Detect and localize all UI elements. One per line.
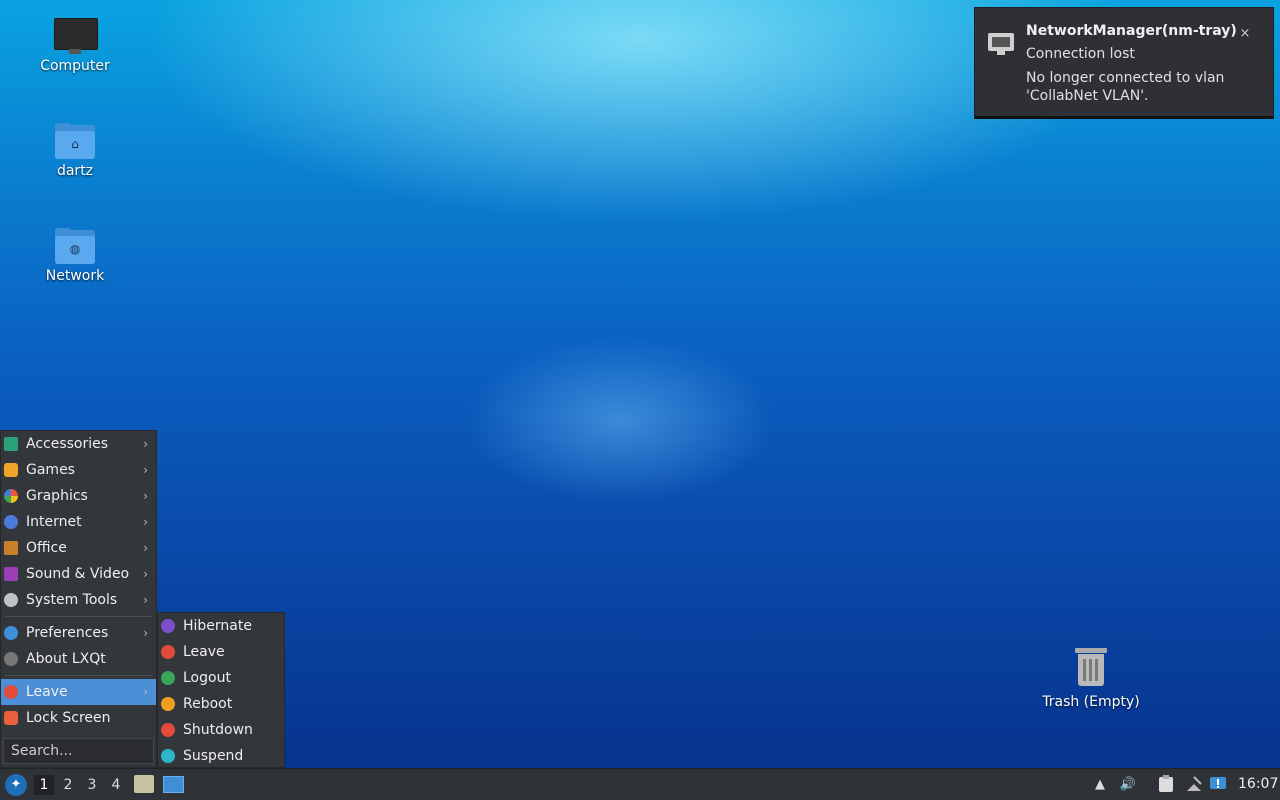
submenu-item-label: Hibernate <box>183 618 252 634</box>
start-menu-button[interactable]: ✦ <box>5 774 27 796</box>
submenu-item-label: Shutdown <box>183 722 253 738</box>
notification-popup[interactable]: NetworkManager(nm-tray) Connection lost … <box>974 7 1274 119</box>
menu-item-lock-screen[interactable]: Lock Screen <box>1 705 156 731</box>
chevron-right-icon: › <box>143 541 148 555</box>
computer-icon <box>54 18 98 54</box>
power-icon <box>161 723 175 737</box>
file-manager-icon[interactable] <box>134 775 154 793</box>
desktop-icon-network[interactable]: ◍ Network <box>25 228 125 284</box>
hibernate-icon <box>161 619 175 633</box>
desktop-icon-computer[interactable]: Computer <box>25 18 125 74</box>
menu-item-internet[interactable]: Internet › <box>1 509 156 535</box>
taskbar: ✦ 1 2 3 4 ▲ 🔊 16:07 <box>0 768 1280 800</box>
submenu-item-label: Leave <box>183 644 225 660</box>
menu-separator <box>5 616 152 617</box>
power-icon <box>161 645 175 659</box>
menu-item-label: About LXQt <box>26 651 106 667</box>
show-desktop-icon[interactable] <box>163 776 184 793</box>
network-disconnected-icon[interactable] <box>1184 775 1204 795</box>
chevron-right-icon: › <box>143 515 148 529</box>
trash-icon <box>1075 646 1107 686</box>
workspace-2[interactable]: 2 <box>58 775 78 795</box>
ethernet-icon <box>988 33 1014 55</box>
notification-body: No longer connected to vlan 'CollabNet V… <box>1026 70 1225 104</box>
submenu-item-shutdown[interactable]: Shutdown <box>158 717 284 743</box>
sound-video-icon <box>4 567 18 581</box>
close-icon[interactable]: × <box>1235 24 1255 44</box>
info-icon <box>4 652 18 666</box>
graphics-icon <box>4 489 18 503</box>
menu-item-system-tools[interactable]: System Tools › <box>1 587 156 613</box>
menu-item-label: Internet <box>26 514 82 530</box>
lock-icon <box>4 711 18 725</box>
main-menu: Accessories › Games › Graphics › Interne… <box>0 430 157 768</box>
menu-search-input[interactable]: Search... <box>3 738 154 764</box>
trash-label: Trash (Empty) <box>1042 694 1140 710</box>
suspend-icon <box>161 749 175 763</box>
notification-subtitle: Connection lost <box>1026 46 1135 62</box>
submenu-item-suspend[interactable]: Suspend <box>158 743 284 769</box>
leave-submenu: Hibernate Leave Logout Reboot Shutdown S… <box>157 612 285 768</box>
volume-icon[interactable]: 🔊 <box>1118 775 1138 795</box>
submenu-item-reboot[interactable]: Reboot <box>158 691 284 717</box>
menu-item-label: Accessories <box>26 436 109 452</box>
menu-item-label: System Tools <box>26 592 118 608</box>
chevron-right-icon: › <box>143 567 148 581</box>
chevron-right-icon: › <box>143 489 148 503</box>
chevron-right-icon: › <box>143 593 148 607</box>
games-icon <box>4 463 18 477</box>
accessories-icon <box>4 437 18 451</box>
reboot-icon <box>161 697 175 711</box>
workspace-3[interactable]: 3 <box>82 775 102 795</box>
notification-title: NetworkManager(nm-tray) <box>1026 23 1237 39</box>
home-folder-icon: ⌂ <box>55 123 95 159</box>
menu-item-accessories[interactable]: Accessories › <box>1 431 156 457</box>
menu-item-label: Graphics <box>26 488 88 504</box>
workspace-4[interactable]: 4 <box>106 775 126 795</box>
menu-item-sound-video[interactable]: Sound & Video › <box>1 561 156 587</box>
menu-item-games[interactable]: Games › <box>1 457 156 483</box>
chevron-right-icon: › <box>143 437 148 451</box>
network-folder-icon: ◍ <box>55 228 95 264</box>
internet-icon <box>4 515 18 529</box>
desktop-icon-label: Network <box>45 268 105 284</box>
submenu-item-leave[interactable]: Leave <box>158 639 284 665</box>
menu-separator <box>5 675 152 676</box>
clock[interactable]: 16:07 <box>1238 776 1278 792</box>
chevron-right-icon: › <box>143 685 148 699</box>
chevron-right-icon: › <box>143 463 148 477</box>
submenu-item-logout[interactable]: Logout <box>158 665 284 691</box>
logout-icon <box>161 671 175 685</box>
menu-item-label: Sound & Video <box>26 566 130 582</box>
submenu-item-label: Suspend <box>183 748 244 764</box>
submenu-item-hibernate[interactable]: Hibernate <box>158 613 284 639</box>
menu-item-label: Preferences <box>26 625 109 641</box>
desktop-icon-label: Computer <box>40 58 110 74</box>
menu-item-office[interactable]: Office › <box>1 535 156 561</box>
workspace-1[interactable]: 1 <box>34 775 54 795</box>
power-icon <box>4 685 18 699</box>
menu-item-graphics[interactable]: Graphics › <box>1 483 156 509</box>
update-notifier-icon[interactable] <box>1208 775 1228 795</box>
office-icon <box>4 541 18 555</box>
menu-item-about-lxqt[interactable]: About LXQt <box>1 646 156 672</box>
desktop-icon-label: dartz <box>56 163 94 179</box>
chevron-right-icon: › <box>143 626 148 640</box>
tray-expand-icon[interactable]: ▲ <box>1090 775 1110 795</box>
menu-item-preferences[interactable]: Preferences › <box>1 620 156 646</box>
menu-item-label: Lock Screen <box>26 710 111 726</box>
menu-item-label: Leave <box>26 684 68 700</box>
menu-item-label: Games <box>26 462 75 478</box>
desktop-icon-trash[interactable]: Trash (Empty) <box>1038 646 1144 710</box>
submenu-item-label: Logout <box>183 670 231 686</box>
submenu-item-label: Reboot <box>183 696 233 712</box>
preferences-icon <box>4 626 18 640</box>
clipboard-icon[interactable] <box>1156 775 1176 795</box>
menu-item-leave[interactable]: Leave › <box>1 679 156 705</box>
menu-item-label: Office <box>26 540 67 556</box>
desktop-icon-home[interactable]: ⌂ dartz <box>25 123 125 179</box>
system-tools-icon <box>4 593 18 607</box>
